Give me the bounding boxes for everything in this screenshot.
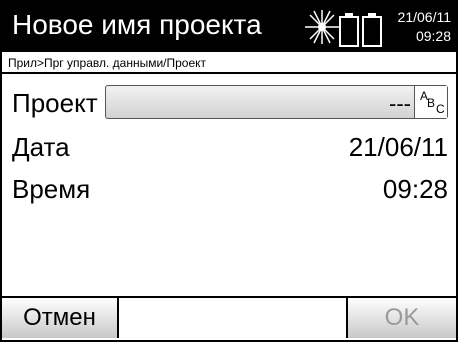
header-date: 21/06/11 <box>397 9 451 25</box>
battery-icon <box>362 13 382 47</box>
project-label: Проект <box>12 88 98 118</box>
input-mode-button[interactable]: A B C <box>414 86 447 118</box>
empty-softkey[interactable] <box>119 298 348 338</box>
softkey-bar: Отмен OK <box>2 296 456 340</box>
clock: 21/06/11 09:28 <box>398 8 451 46</box>
input-mode-c: C <box>436 102 445 116</box>
ok-button[interactable]: OK <box>348 298 456 338</box>
page-title: Новое имя проекта <box>12 9 262 40</box>
input-mode-b: B <box>427 96 436 110</box>
cancel-button[interactable]: Отмен <box>2 298 119 338</box>
battery-icon <box>339 13 359 47</box>
header-time: 09:28 <box>415 28 451 44</box>
time-label: Время <box>12 174 91 204</box>
date-label: Дата <box>12 132 70 162</box>
title-bar: Новое имя проекта 21/06/11 09:28 <box>2 2 456 52</box>
breadcrumb: Прил>Прг управл. данными/Проект <box>2 52 456 74</box>
project-name-input[interactable]: --- A B C <box>105 85 448 119</box>
date-value: 21/06/11 <box>348 132 448 162</box>
project-name-value: --- <box>389 91 411 116</box>
laser-icon <box>305 10 339 44</box>
time-value: 09:28 <box>382 174 448 204</box>
device-screen: Новое имя проекта 21/06/11 09:28 Прил>Пр… <box>0 0 458 342</box>
